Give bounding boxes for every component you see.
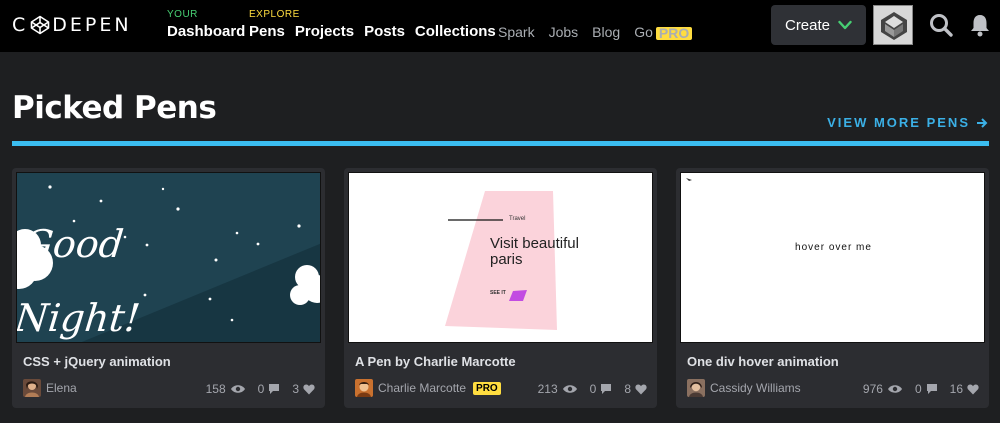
- nav-item-jobs[interactable]: Jobs: [549, 24, 579, 40]
- cursor-icon: [686, 178, 692, 181]
- comments-stat[interactable]: 0: [590, 382, 613, 396]
- section-divider: [12, 141, 989, 146]
- codepen-cube-icon: [30, 15, 50, 35]
- hearts-stat[interactable]: 8: [624, 382, 647, 396]
- pen-author-name: Elena: [46, 381, 77, 395]
- avatar: [23, 379, 41, 397]
- create-button-label: Create: [784, 16, 831, 34]
- nav-item-spark[interactable]: Spark: [498, 24, 535, 40]
- nav-item-go-label: Go: [634, 24, 653, 40]
- pen-title[interactable]: CSS + jQuery animation: [23, 354, 171, 369]
- heart-icon: [967, 384, 979, 394]
- nav-explore: EXPLORE Pens Projects Posts Collections: [249, 9, 496, 40]
- avatar-codepen-icon: [874, 6, 912, 44]
- page-title: Picked Pens: [12, 90, 217, 126]
- pen-author[interactable]: Cassidy Williams: [687, 379, 801, 397]
- hover-over-me-text: hover over me: [795, 242, 872, 253]
- nav-item-projects[interactable]: Projects: [295, 23, 354, 40]
- pen-preview-good-night[interactable]: Good Night!: [16, 172, 321, 343]
- comments-stat[interactable]: 0: [915, 382, 938, 396]
- pen-card: Good Night! CSS + jQuery animation Elena …: [12, 168, 325, 408]
- nav-item-blog[interactable]: Blog: [592, 24, 620, 40]
- see-it-link: SEE IT: [490, 290, 506, 296]
- hearts-count: 16: [949, 382, 963, 396]
- avatar: [687, 379, 705, 397]
- heart-icon: [303, 384, 315, 394]
- views-count: 158: [205, 382, 226, 396]
- logo-text-left: C: [12, 14, 29, 36]
- nav-item-posts[interactable]: Posts: [364, 23, 405, 40]
- pen-card: hover over me One div hover animation Ca…: [676, 168, 989, 408]
- author-pro-badge: PRO: [473, 381, 501, 395]
- comment-icon: [926, 384, 937, 394]
- eye-icon: [562, 385, 577, 393]
- nav-explore-kicker: EXPLORE: [249, 9, 300, 20]
- views-count: 976: [862, 382, 883, 396]
- eye-icon: [230, 385, 245, 393]
- views-stat[interactable]: 213: [538, 382, 578, 396]
- eye-icon: [887, 385, 902, 393]
- views-count: 213: [537, 382, 558, 396]
- pen-author[interactable]: Charlie Marcotte PRO: [355, 379, 501, 397]
- comments-count: 0: [914, 382, 922, 396]
- views-stat[interactable]: 976: [863, 382, 903, 396]
- go-pro-badge: PRO: [655, 26, 693, 40]
- create-button[interactable]: Create: [771, 5, 866, 45]
- visit-heading-line-2: paris: [490, 251, 523, 268]
- nav-your-kicker: YOUR: [167, 9, 198, 20]
- comments-stat[interactable]: 0: [258, 382, 281, 396]
- logo-text-right: DEPEN: [52, 14, 132, 36]
- views-stat[interactable]: 158: [206, 382, 246, 396]
- pen-stats: 213 0 8: [538, 382, 647, 396]
- search-icon[interactable]: [928, 12, 954, 38]
- pen-title[interactable]: A Pen by Charlie Marcotte: [355, 354, 516, 369]
- comments-count: 0: [589, 382, 597, 396]
- comment-icon: [269, 384, 280, 394]
- nav-item-pens[interactable]: Pens: [249, 23, 285, 40]
- good-night-text-value: Good Night!: [16, 222, 143, 340]
- pen-stats: 158 0 3: [206, 382, 315, 396]
- pen-preview-hover[interactable]: hover over me: [680, 172, 985, 343]
- pen-stats: 976 0 16: [863, 382, 979, 396]
- user-avatar[interactable]: [873, 5, 913, 45]
- hearts-count: 8: [624, 382, 631, 396]
- bell-icon[interactable]: [967, 12, 993, 38]
- visit-heading: Visit beautiful paris: [490, 236, 579, 268]
- pen-card: Travel Visit beautiful paris SEE IT A Pe…: [344, 168, 657, 408]
- view-more-label: VIEW MORE PENS: [827, 115, 970, 130]
- pen-author[interactable]: Elena: [23, 379, 77, 397]
- top-header: C DEPEN YOUR Dashboard EXPLORE Pens Proj…: [0, 0, 1000, 52]
- nav-secondary: Spark Jobs Blog Go PRO: [498, 24, 693, 40]
- nav-item-collections[interactable]: Collections: [415, 23, 496, 40]
- pen-author-name: Charlie Marcotte: [378, 381, 467, 395]
- nav-item-dashboard[interactable]: Dashboard: [167, 23, 245, 40]
- hearts-count: 3: [292, 382, 299, 396]
- comments-count: 0: [257, 382, 265, 396]
- comment-icon: [601, 384, 612, 394]
- view-more-pens-link[interactable]: VIEW MORE PENS: [827, 115, 988, 130]
- travel-label: Travel: [509, 216, 526, 222]
- arrow-right-icon: [977, 117, 988, 128]
- chevron-down-icon: [838, 20, 852, 30]
- good-night-text: Good Night!: [16, 207, 147, 342]
- nav-your: YOUR Dashboard: [167, 9, 245, 40]
- heart-icon: [635, 384, 647, 394]
- avatar: [355, 379, 373, 397]
- hearts-stat[interactable]: 3: [292, 382, 315, 396]
- nav-item-go[interactable]: Go PRO: [634, 24, 693, 40]
- pen-preview-paris[interactable]: Travel Visit beautiful paris SEE IT: [348, 172, 653, 343]
- pen-author-name: Cassidy Williams: [710, 381, 801, 395]
- hearts-stat[interactable]: 16: [950, 382, 979, 396]
- pen-title[interactable]: One div hover animation: [687, 354, 839, 369]
- visit-heading-line-1: Visit beautiful: [490, 235, 579, 252]
- codepen-logo[interactable]: C DEPEN: [12, 13, 132, 37]
